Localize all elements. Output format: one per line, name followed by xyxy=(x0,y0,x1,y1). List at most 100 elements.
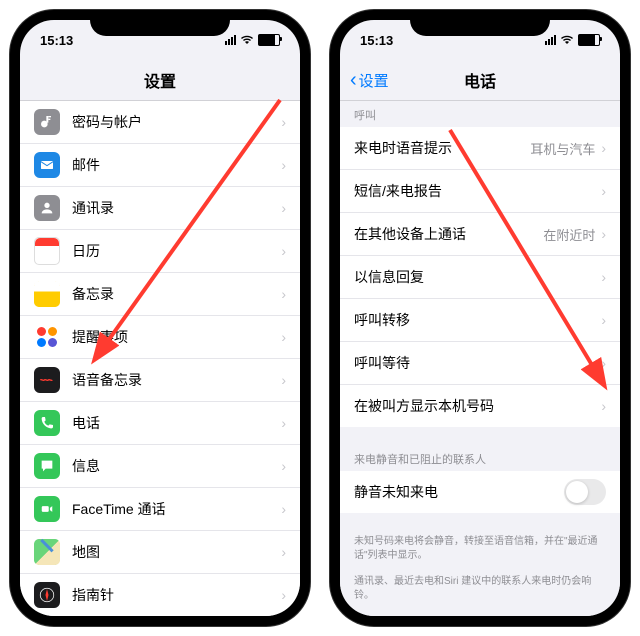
key-icon xyxy=(34,109,60,135)
row-label: 短信/来电报告 xyxy=(354,181,601,201)
signal-icon xyxy=(545,35,556,45)
maps-icon xyxy=(34,539,60,565)
chevron-right-icon: › xyxy=(601,312,606,328)
phone-settings-list[interactable]: 呼叫 来电时语音提示耳机与汽车›短信/来电报告›在其他设备上通话在附近时›以信息… xyxy=(340,101,620,616)
notch xyxy=(410,10,550,36)
settings-row[interactable]: 在被叫方显示本机号码› xyxy=(340,385,620,427)
row-label: 在被叫方显示本机号码 xyxy=(354,396,601,416)
chevron-right-icon: › xyxy=(601,183,606,199)
page-title: 设置 xyxy=(144,68,176,92)
mail-icon xyxy=(34,152,60,178)
settings-row[interactable]: 呼叫转移› xyxy=(340,299,620,342)
phone-frame-left: 15:13 设置 密码与帐户›邮件›通讯录›日历›备忘录›提醒事项›语音备忘录›… xyxy=(10,10,310,626)
battery-icon xyxy=(258,34,280,46)
back-button[interactable]: ‹设置 xyxy=(350,69,389,92)
settings-row[interactable]: 信息› xyxy=(20,445,300,488)
footer-text: 通讯录、最近去电和Siri 建议中的联系人来电时仍会响铃。 xyxy=(340,571,620,611)
row-label: 在其他设备上通话 xyxy=(354,224,543,244)
chevron-right-icon: › xyxy=(281,200,286,216)
chevron-right-icon: › xyxy=(281,372,286,388)
messages-icon xyxy=(34,453,60,479)
settings-row[interactable]: 以信息回复› xyxy=(340,256,620,299)
row-label: 密码与帐户 xyxy=(72,112,281,132)
compass-icon xyxy=(34,582,60,608)
settings-row[interactable]: 地图› xyxy=(20,531,300,574)
row-detail: 在附近时 xyxy=(543,225,595,244)
chevron-right-icon: › xyxy=(281,458,286,474)
row-label: 提醒事项 xyxy=(72,327,281,347)
section-header-silence: 来电静音和已阻止的联系人 xyxy=(340,445,620,471)
row-label: 电话 xyxy=(72,413,281,433)
settings-row[interactable]: 备忘录› xyxy=(20,273,300,316)
settings-row[interactable]: FaceTime 通话› xyxy=(20,488,300,531)
notch xyxy=(90,10,230,36)
status-indicators xyxy=(545,34,600,46)
phone-icon xyxy=(34,410,60,436)
status-time: 15:13 xyxy=(360,33,410,48)
screen-right: 15:13 ‹设置 电话 呼叫 来电时语音提示耳机与汽车›短信/来电报告›在其他… xyxy=(340,20,620,616)
settings-row[interactable]: 提醒事项› xyxy=(20,316,300,359)
status-time: 15:13 xyxy=(40,33,90,48)
page-title: 电话 xyxy=(464,68,496,92)
section-header-calls: 呼叫 xyxy=(340,101,620,127)
settings-row[interactable]: 密码与帐户› xyxy=(20,101,300,144)
settings-row[interactable]: 在其他设备上通话在附近时 › xyxy=(340,213,620,256)
phone-frame-right: 15:13 ‹设置 电话 呼叫 来电时语音提示耳机与汽车›短信/来电报告›在其他… xyxy=(330,10,630,626)
status-indicators xyxy=(225,34,280,46)
settings-row[interactable]: 来电时语音提示耳机与汽车 › xyxy=(340,127,620,170)
battery-icon xyxy=(578,34,600,46)
row-detail: 耳机与汽车 xyxy=(530,139,595,158)
row-label: 以信息回复 xyxy=(354,267,601,287)
reminders-icon xyxy=(34,324,60,350)
settings-row[interactable]: 呼叫等待› xyxy=(340,342,620,385)
chevron-right-icon: › xyxy=(601,355,606,371)
facetime-icon xyxy=(34,496,60,522)
navbar-settings: 设置 xyxy=(20,60,300,101)
screen-left: 15:13 设置 密码与帐户›邮件›通讯录›日历›备忘录›提醒事项›语音备忘录›… xyxy=(20,20,300,616)
settings-list[interactable]: 密码与帐户›邮件›通讯录›日历›备忘录›提醒事项›语音备忘录›电话›信息›Fac… xyxy=(20,101,300,616)
wifi-icon xyxy=(240,35,254,45)
settings-row[interactable]: 通讯录› xyxy=(20,187,300,230)
chevron-right-icon: › xyxy=(601,140,606,156)
row-label: 呼叫等待 xyxy=(354,353,601,373)
row-silence-unknown[interactable]: 静音未知来电 xyxy=(340,471,620,513)
signal-icon xyxy=(225,35,236,45)
row-label: 来电时语音提示 xyxy=(354,138,530,158)
settings-row[interactable]: 电话› xyxy=(20,402,300,445)
row-label: 地图 xyxy=(72,542,281,562)
row-label: 指南针 xyxy=(72,585,281,605)
row-label: 静音未知来电 xyxy=(354,482,564,502)
settings-row[interactable]: 语音备忘录› xyxy=(20,359,300,402)
row-label: FaceTime 通话 xyxy=(72,499,281,519)
chevron-right-icon: › xyxy=(601,398,606,414)
footer-text: 未知号码来电将会静音，转接至语音信箱，并在"最近通话"列表中显示。 xyxy=(340,531,620,571)
calendar-icon xyxy=(34,238,60,264)
notes-icon xyxy=(34,281,60,307)
navbar-phone: ‹设置 电话 xyxy=(340,60,620,101)
row-label: 邮件 xyxy=(72,155,281,175)
settings-row[interactable]: 指南针› xyxy=(20,574,300,616)
row-label: 信息 xyxy=(72,456,281,476)
settings-row[interactable]: 日历› xyxy=(20,230,300,273)
row-label: 语音备忘录 xyxy=(72,370,281,390)
chevron-right-icon: › xyxy=(281,157,286,173)
voicememos-icon xyxy=(34,367,60,393)
toggle-silence-unknown[interactable] xyxy=(564,479,606,505)
contacts-icon xyxy=(34,195,60,221)
chevron-right-icon: › xyxy=(281,544,286,560)
row-label: 日历 xyxy=(72,241,281,261)
chevron-right-icon: › xyxy=(281,587,286,603)
settings-row[interactable]: 邮件› xyxy=(20,144,300,187)
chevron-right-icon: › xyxy=(281,415,286,431)
row-label: 通讯录 xyxy=(72,198,281,218)
chevron-right-icon: › xyxy=(281,114,286,130)
settings-row[interactable]: 短信/来电报告› xyxy=(340,170,620,213)
chevron-right-icon: › xyxy=(281,286,286,302)
wifi-icon xyxy=(560,35,574,45)
chevron-right-icon: › xyxy=(281,243,286,259)
chevron-right-icon: › xyxy=(281,329,286,345)
row-label: 呼叫转移 xyxy=(354,310,601,330)
back-label: 设置 xyxy=(359,70,389,91)
chevron-right-icon: › xyxy=(601,226,606,242)
row-label: 备忘录 xyxy=(72,284,281,304)
